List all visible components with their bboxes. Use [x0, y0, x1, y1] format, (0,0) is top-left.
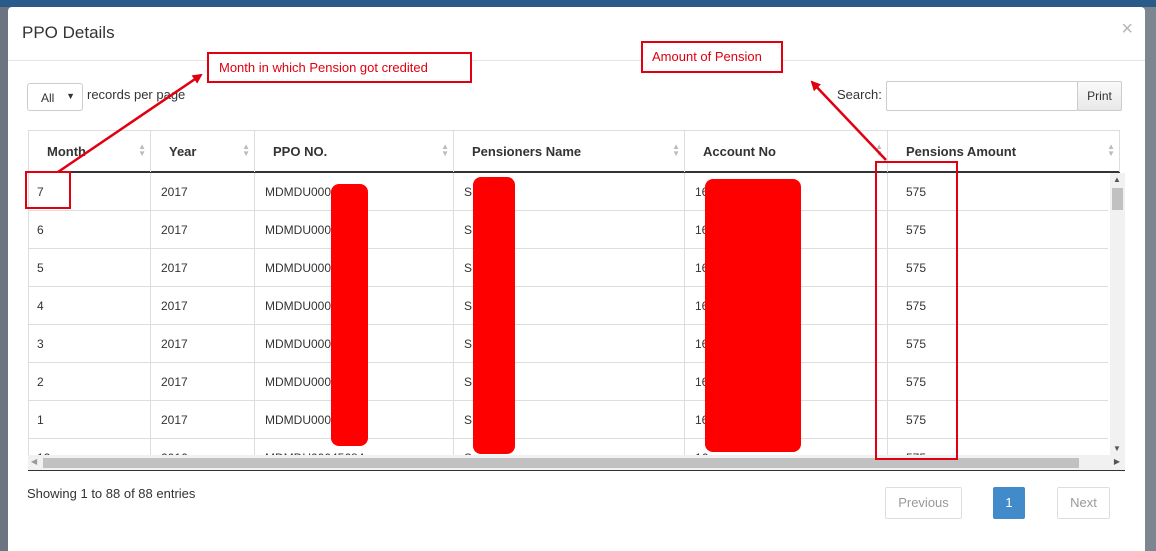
- amount-arrow: [810, 80, 887, 161]
- month-arrow: [57, 73, 203, 174]
- annotation-arrows: [57, 73, 887, 174]
